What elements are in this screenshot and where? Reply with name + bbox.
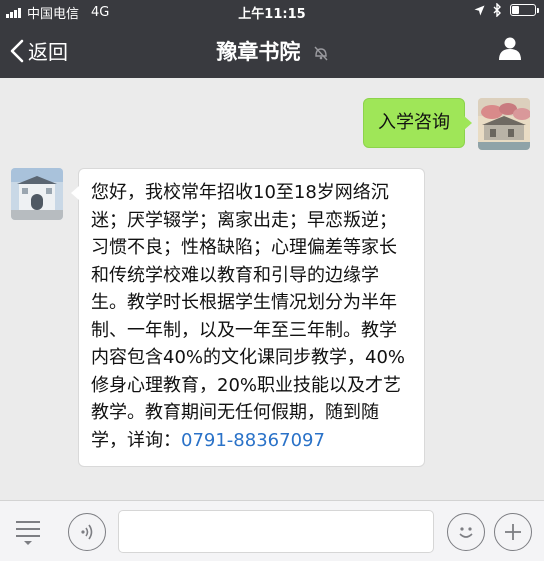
sent-message-text: 入学咨询	[378, 112, 450, 133]
contact-avatar-image	[11, 168, 63, 220]
received-message-bubble[interactable]: 您好，我校常年招收10至18岁网络沉迷；厌学辍学；离家出走；早恋叛逆；习惯不良；…	[71, 168, 425, 467]
phone-number-link[interactable]: 0791-88367097	[181, 430, 325, 451]
battery-icon	[510, 4, 539, 16]
add-button[interactable]	[494, 513, 532, 551]
bluetooth-icon	[493, 3, 501, 17]
emoji-button[interactable]	[447, 513, 485, 551]
sent-message-bubble[interactable]: 入学咨询	[363, 98, 472, 148]
nav-bar: 返回 豫章书院	[0, 22, 544, 78]
voice-button[interactable]	[68, 513, 106, 551]
chat-area[interactable]: 入学咨询 您好，我校常年招收10至18岁网络沉迷；厌学辍学；离家出走；早恋叛逆；…	[0, 78, 544, 500]
my-avatar-image	[478, 98, 530, 150]
status-time: 上午11:15	[238, 7, 306, 22]
chat-title-text: 豫章书院	[216, 40, 301, 64]
emoji-icon	[459, 527, 473, 538]
plus-icon	[505, 524, 521, 540]
message-input[interactable]	[118, 510, 434, 553]
chat-info-button[interactable]	[498, 36, 522, 64]
chat-title: 豫章书院	[0, 36, 544, 66]
status-right	[474, 3, 539, 17]
received-message-text: 您好，我校常年招收10至18岁网络沉迷；厌学辍学；离家出走；早恋叛逆；习惯不良；…	[91, 182, 406, 451]
location-arrow-icon	[474, 5, 485, 15]
mute-notification-icon	[314, 46, 328, 61]
contact-avatar[interactable]	[11, 168, 63, 220]
menu-toggle-button[interactable]	[14, 517, 42, 551]
my-avatar[interactable]	[478, 98, 530, 150]
input-bar	[0, 500, 544, 561]
menu-lines-icon	[16, 521, 40, 545]
status-bar: 中国电信 4G 上午11:15	[0, 0, 544, 22]
voice-icon	[81, 524, 93, 540]
person-icon	[499, 37, 521, 60]
